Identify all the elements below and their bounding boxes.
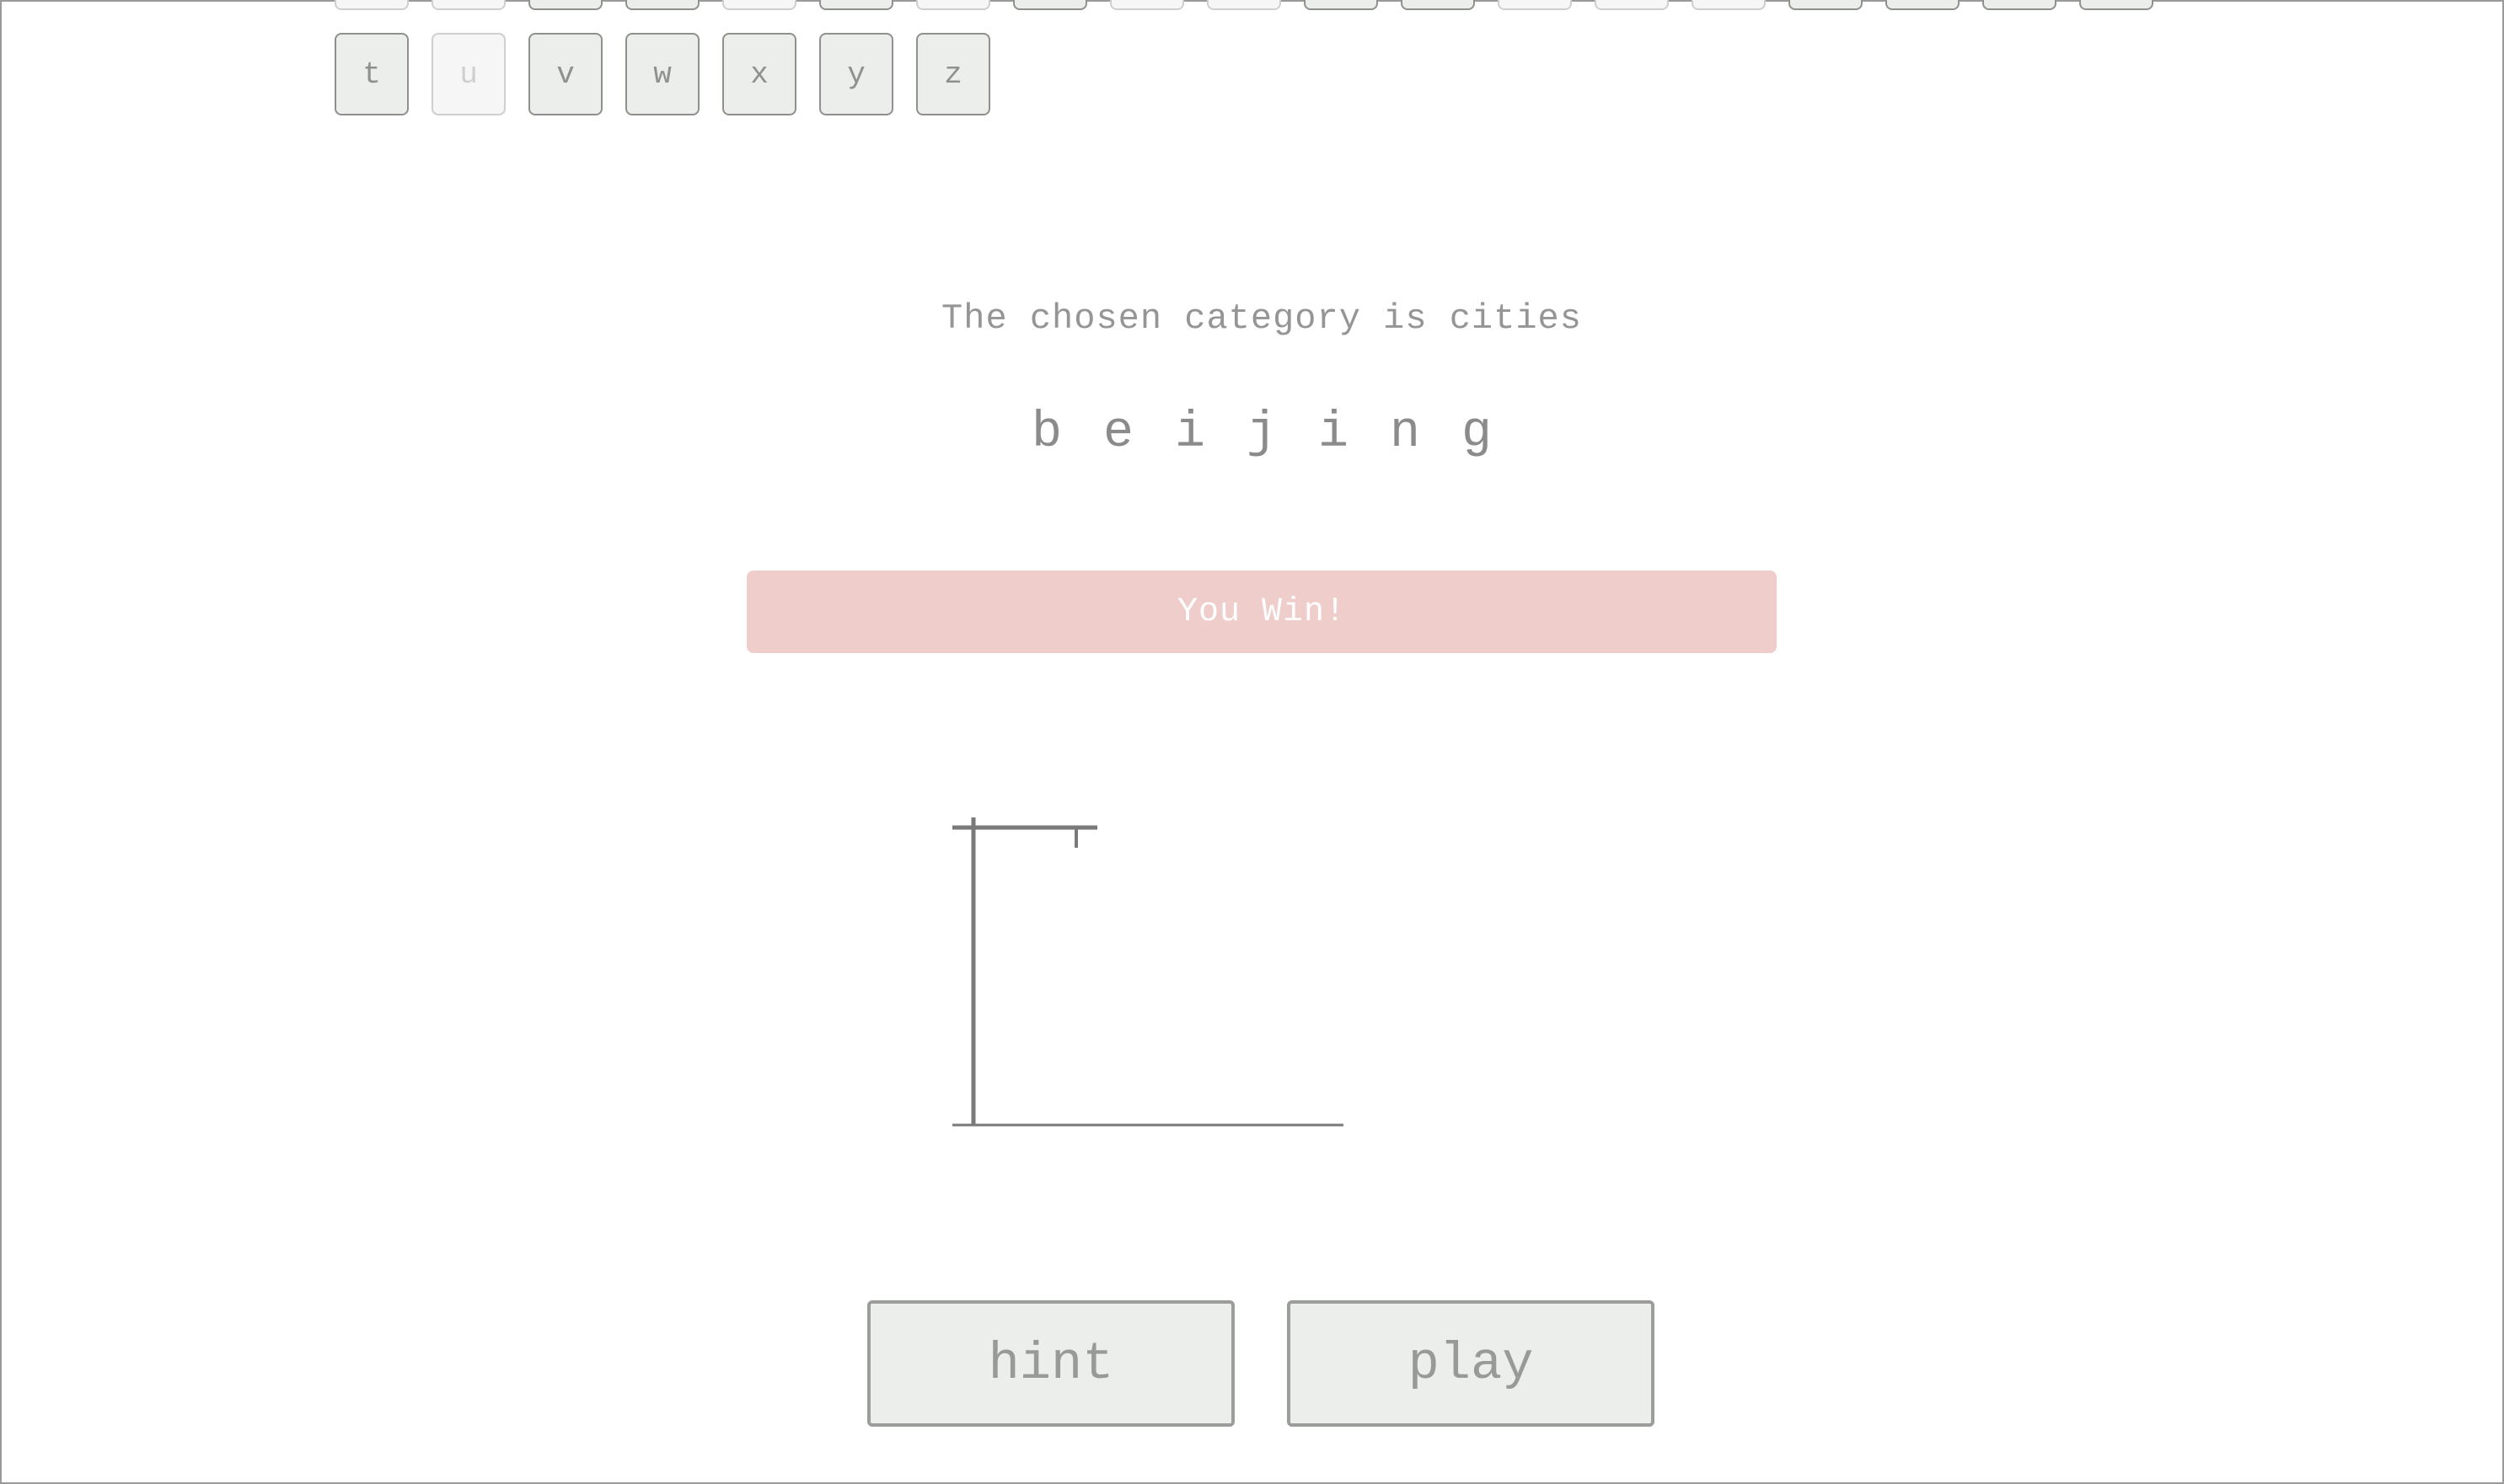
key-partial[interactable] [1692, 0, 1766, 10]
word-letter: n [1389, 404, 1420, 462]
key-u[interactable]: u [432, 33, 506, 115]
hint-button[interactable]: hint [867, 1300, 1235, 1427]
guessed-word: beijing [2, 404, 2504, 462]
word-letter: b [1031, 404, 1062, 462]
key-w[interactable]: w [625, 33, 700, 115]
word-letter: e [1102, 404, 1134, 462]
key-partial[interactable] [335, 0, 409, 10]
result-banner: You Win! [747, 571, 1777, 653]
play-button[interactable]: play [1287, 1300, 1654, 1427]
key-partial[interactable] [1304, 0, 1378, 10]
key-partial[interactable] [1885, 0, 1960, 10]
game-frame: tuvwxyz The chosen category is cities be… [0, 0, 2504, 1484]
key-x[interactable]: x [722, 33, 796, 115]
key-partial[interactable] [1595, 0, 1669, 10]
key-partial[interactable] [2079, 0, 2153, 10]
key-partial[interactable] [432, 0, 506, 10]
key-t[interactable]: t [335, 33, 409, 115]
key-partial[interactable] [1207, 0, 1281, 10]
key-partial[interactable] [625, 0, 700, 10]
key-partial[interactable] [916, 0, 990, 10]
key-v[interactable]: v [528, 33, 603, 115]
key-partial[interactable] [1982, 0, 2056, 10]
key-partial[interactable] [819, 0, 893, 10]
word-letter: g [1461, 404, 1492, 462]
key-partial[interactable] [722, 0, 796, 10]
gallows-drawing [952, 817, 1343, 1127]
key-y[interactable]: y [819, 33, 893, 115]
key-partial[interactable] [1788, 0, 1863, 10]
word-letter: i [1174, 404, 1205, 462]
key-partial[interactable] [528, 0, 603, 10]
key-partial[interactable] [1498, 0, 1572, 10]
key-z[interactable]: z [916, 33, 990, 115]
key-partial[interactable] [1110, 0, 1184, 10]
category-text: The chosen category is cities [941, 298, 1582, 339]
word-letter: j [1246, 404, 1277, 462]
key-partial[interactable] [1401, 0, 1475, 10]
key-partial[interactable] [1013, 0, 1087, 10]
word-letter: i [1317, 404, 1349, 462]
